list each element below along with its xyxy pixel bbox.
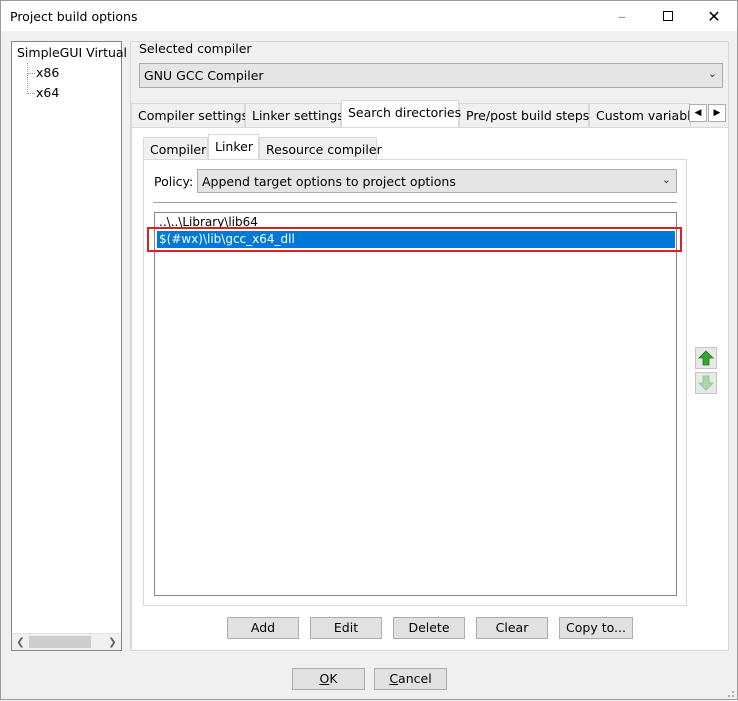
ok-mnemonic: O xyxy=(319,671,330,686)
tab-scroll-right-button[interactable]: ▶ xyxy=(708,104,726,122)
policy-label: Policy: xyxy=(154,174,194,189)
main-tabstrip: Compiler settings Linker settings Search… xyxy=(131,100,729,129)
tab-compiler-settings[interactable]: Compiler settings xyxy=(131,103,248,127)
tab-search-directories[interactable]: Search directories xyxy=(341,100,461,127)
subtab-linker[interactable]: Linker xyxy=(208,134,259,159)
scrollbar-thumb[interactable] xyxy=(29,636,91,648)
directories-list[interactable]: ..\..\Library\lib64 $(#wx)\lib\gcc_x64_d… xyxy=(154,212,677,596)
tree-connector xyxy=(27,63,28,94)
tab-linker-settings[interactable]: Linker settings xyxy=(245,103,344,127)
clear-button[interactable]: Clear xyxy=(476,617,548,639)
cancel-label-rest: ancel xyxy=(398,671,432,686)
delete-button[interactable]: Delete xyxy=(393,617,465,639)
subtab-compiler[interactable]: Compiler xyxy=(143,137,208,159)
tab-pre-post-build-steps[interactable]: Pre/post build steps xyxy=(459,103,589,127)
add-button[interactable]: Add xyxy=(227,617,299,639)
scroll-right-icon[interactable]: ❯ xyxy=(104,634,121,651)
chevron-down-icon: ⌄ xyxy=(661,173,671,186)
cancel-button[interactable]: Cancel xyxy=(374,668,447,690)
compiler-select[interactable]: GNU GCC Compiler ⌄ xyxy=(139,63,723,88)
copy-to-button[interactable]: Copy to... xyxy=(559,617,633,639)
maximize-icon xyxy=(663,11,673,21)
close-icon: ✕ xyxy=(707,6,721,26)
move-down-button[interactable] xyxy=(695,372,717,394)
separator xyxy=(153,202,677,203)
chevron-down-icon: ⌄ xyxy=(707,67,717,80)
subtab-resource-compiler[interactable]: Resource compiler xyxy=(259,137,382,159)
tab-scroll-left-button[interactable]: ◀ xyxy=(689,104,707,122)
tab-custom-variables[interactable]: Custom variable xyxy=(589,103,691,127)
target-tree: SimpleGUI Virtual x86 x64 ❮ ❯ xyxy=(11,41,127,651)
triangle-left-icon: ◀ xyxy=(694,108,702,118)
annotation-highlight xyxy=(147,227,682,252)
move-up-button[interactable] xyxy=(695,347,717,369)
dialog-window: Project build options – ✕ SimpleGUI Virt… xyxy=(0,0,738,700)
tree-connector xyxy=(27,93,35,94)
ok-button[interactable]: OK xyxy=(292,668,365,690)
scroll-left-icon[interactable]: ❮ xyxy=(12,634,29,651)
sub-tabstrip: Compiler Linker Resource compiler xyxy=(143,134,443,161)
tree-root-item[interactable]: SimpleGUI Virtual xyxy=(17,45,127,60)
triangle-right-icon: ▶ xyxy=(713,108,721,118)
ok-label-rest: K xyxy=(329,671,338,686)
edit-button[interactable]: Edit xyxy=(310,617,382,639)
arrow-up-icon xyxy=(698,350,714,366)
window-title: Project build options xyxy=(10,9,138,24)
cancel-mnemonic: C xyxy=(389,671,399,686)
maximize-button[interactable] xyxy=(645,1,691,31)
tree-horizontal-scrollbar[interactable]: ❮ ❯ xyxy=(12,633,121,650)
tree-item-x86[interactable]: x86 xyxy=(36,65,59,80)
policy-select[interactable]: Append target options to project options… xyxy=(197,169,677,193)
minimize-icon: – xyxy=(618,6,626,26)
minimize-button[interactable]: – xyxy=(599,1,645,31)
title-bar: Project build options – ✕ xyxy=(1,1,737,31)
selected-compiler-label: Selected compiler xyxy=(139,41,252,56)
close-button[interactable]: ✕ xyxy=(691,1,737,31)
resize-grip-icon[interactable] xyxy=(725,687,735,697)
compiler-select-value: GNU GCC Compiler xyxy=(144,68,264,83)
tree-item-x64[interactable]: x64 xyxy=(36,85,59,100)
policy-select-value: Append target options to project options xyxy=(202,174,456,189)
arrow-down-icon xyxy=(698,375,714,391)
tree-connector xyxy=(27,73,35,74)
